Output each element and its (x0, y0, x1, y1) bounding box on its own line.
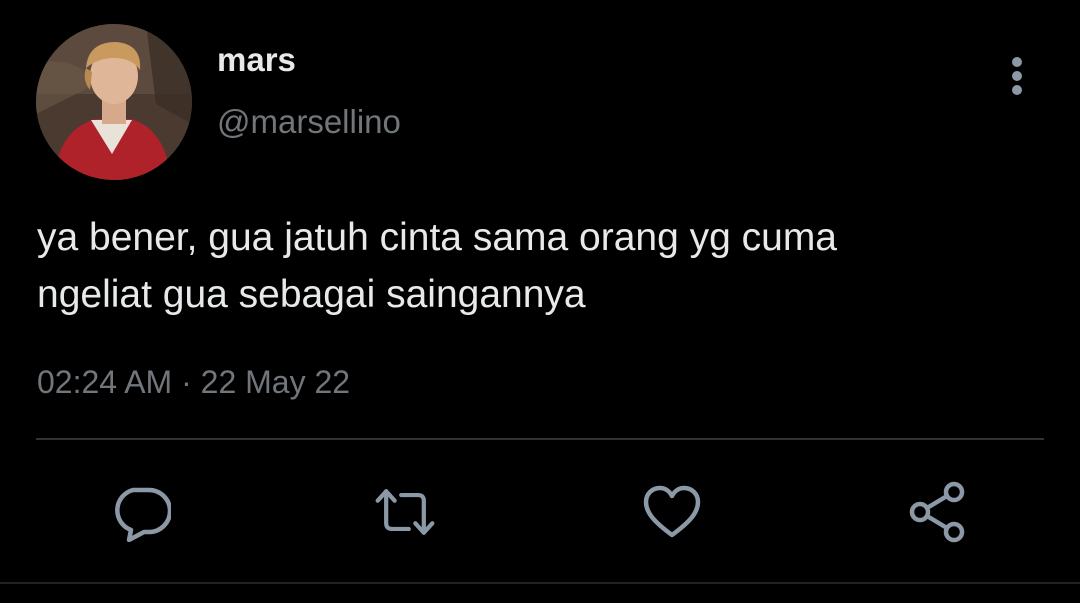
share-button[interactable] (906, 480, 970, 544)
tweet-text-line: ya bener, gua jatuh cinta sama orang yg … (37, 216, 837, 259)
speech-bubble-icon (115, 487, 171, 542)
share-nodes-icon (909, 481, 965, 543)
user-handle[interactable]: @marsellino (217, 102, 401, 142)
reply-button[interactable] (109, 480, 173, 544)
avatar[interactable] (36, 24, 192, 180)
retweet-arrows-icon (375, 489, 435, 535)
tweet-timestamp[interactable]: 02:24 AM · 22 May 22 (37, 362, 350, 402)
tweet-text: ya bener, gua jatuh cinta sama orang yg … (37, 209, 1047, 323)
tweet-text-line: ngeliat gua sebagai saingannya (37, 273, 586, 316)
avatar-image (36, 24, 192, 180)
divider (0, 582, 1080, 584)
display-name[interactable]: mars (217, 40, 296, 80)
divider (36, 438, 1044, 440)
action-bar (0, 470, 1080, 560)
more-options-icon[interactable] (996, 52, 1038, 98)
retweet-button[interactable] (373, 480, 437, 544)
like-button[interactable] (640, 480, 704, 544)
heart-icon (643, 485, 701, 538)
tweet-card: mars @marsellino ya bener, gua jatuh cin… (0, 0, 1080, 603)
